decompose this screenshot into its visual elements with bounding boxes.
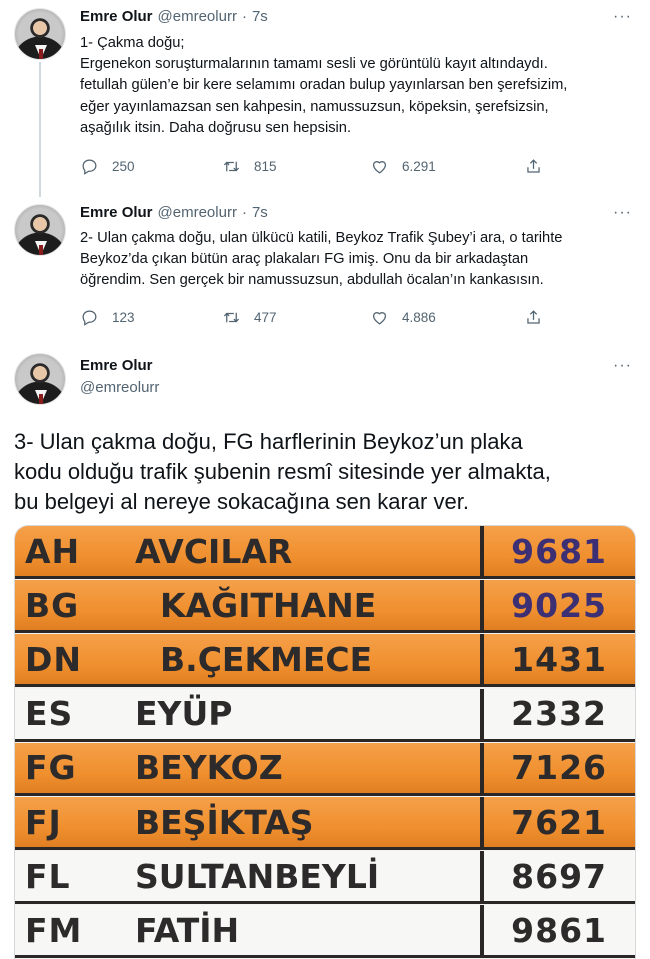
column-divider: [480, 688, 484, 739]
tweet-image-plate-table[interactable]: AH AVCILAR 9681 BG KAĞITHANE 9025 DN B.ÇEKMECE 1…: [14, 525, 636, 959]
plate-number: 1431: [511, 639, 607, 679]
share-icon: [527, 158, 540, 173]
plate-number: 7126: [511, 748, 607, 788]
district-name: FATİH: [135, 910, 240, 950]
tweet-text-line: öğrendim. Sen gerçek bir namussuzsun, ab…: [80, 272, 544, 289]
share-button[interactable]: [524, 157, 543, 176]
tweet-text-line: Beykoz’da çıkan bütün araç plakaları FG …: [80, 251, 529, 268]
tweet-text: 1- Çakma doğu; Ergenekon soruşturmaların…: [80, 33, 635, 139]
like-count: 6.291: [402, 158, 436, 174]
district-name: AVCILAR: [135, 531, 293, 571]
tweet-text-large: 3- Ulan çakma doğu, FG harflerinin Beyko…: [14, 427, 639, 517]
reply-button[interactable]: 250: [80, 157, 135, 176]
reply-icon: [82, 310, 97, 326]
plate-table-row: BG KAĞITHANE 9025: [15, 580, 635, 634]
share-button[interactable]: [524, 308, 543, 327]
column-divider: [480, 634, 484, 685]
plate-code: FL: [25, 856, 71, 896]
plate-number: 9025: [511, 585, 607, 625]
tweet-text: 2- Ulan çakma doğu, ulan ülkücü katili, …: [80, 228, 635, 292]
tweet-time[interactable]: 7s: [252, 204, 268, 221]
author-handle[interactable]: @emreolurr: [158, 204, 237, 221]
tweet-text-line: kodu olduğu trafik şubenin resmî sitesin…: [14, 459, 551, 484]
tweet-1[interactable]: Emre Olur @emreolurr · 7s ··· 1- Çakma d…: [0, 0, 650, 197]
like-count: 4.886: [402, 309, 436, 325]
plate-table-row: FL SULTANBEYLİ 8697: [15, 851, 635, 905]
district-name: EYÜP: [135, 694, 233, 734]
column-divider: [480, 797, 484, 847]
plate-code: ES: [25, 694, 74, 734]
district-name: BEŞİKTAŞ: [135, 802, 314, 842]
plate-table-row: FG BEYKOZ 7126: [15, 742, 635, 796]
column-divider: [480, 742, 484, 793]
reply-icon: [82, 159, 97, 175]
plate-table-row: FJ BEŞİKTAŞ 7621: [15, 797, 635, 850]
tweet-text-line: 3- Ulan çakma doğu, FG harflerinin Beyko…: [14, 429, 523, 454]
tweet-text-line: eğer yayınlamazsan sen kahpesin, namussu…: [80, 98, 549, 115]
heart-icon: [372, 160, 387, 174]
column-divider: [480, 851, 484, 902]
tweet-time[interactable]: 7s: [252, 8, 268, 25]
more-options-icon[interactable]: ···: [613, 204, 632, 222]
retweet-count: 815: [254, 158, 277, 174]
retweet-count: 477: [254, 309, 277, 325]
tweet-text-line: 1- Çakma doğu;: [80, 35, 185, 51]
avatar[interactable]: [14, 204, 66, 256]
plate-code: BG: [25, 585, 80, 625]
author-name[interactable]: Emre Olur: [80, 8, 153, 25]
plate-number: 2332: [511, 694, 607, 734]
plate-number: 9861: [511, 910, 607, 950]
plate-code: FJ: [25, 802, 62, 842]
district-name: SULTANBEYLİ: [135, 856, 380, 896]
tweet-text-line: 2- Ulan çakma doğu, ulan ülkücü katili, …: [80, 230, 563, 246]
like-button[interactable]: 4.886: [370, 308, 436, 327]
avatar[interactable]: [14, 8, 66, 60]
tweet-text-line: fetullah gülen’e bir kere selamımı orada…: [80, 77, 568, 94]
tweet-text-line: aşağılık itsin. Daha doğrusu sen hepsisi…: [80, 119, 352, 136]
separator-dot: ·: [241, 8, 247, 25]
tweet-actions: 123 477 4.886: [80, 307, 560, 327]
column-divider: [480, 905, 484, 956]
plate-code: DN: [25, 639, 83, 679]
share-icon: [527, 309, 540, 324]
author-handle[interactable]: @emreolurr: [158, 8, 237, 25]
plate-code: FM: [25, 910, 83, 950]
plate-table-row: ES EYÜP 2332: [15, 688, 635, 742]
plate-number: 9681: [511, 531, 607, 571]
author-name[interactable]: Emre Olur: [80, 357, 153, 374]
reply-count: 123: [112, 309, 135, 325]
plate-code: FG: [25, 748, 77, 788]
plate-table-row: AH AVCILAR 9681: [15, 526, 635, 579]
district-name: KAĞITHANE: [160, 585, 377, 625]
retweet-icon: [223, 312, 240, 322]
more-options-icon[interactable]: ···: [613, 357, 632, 375]
retweet-button[interactable]: 477: [222, 308, 277, 327]
column-divider: [480, 580, 484, 631]
author-handle[interactable]: @emreolurr: [80, 379, 159, 396]
heart-icon: [372, 311, 387, 325]
reply-count: 250: [112, 158, 135, 174]
district-name: BEYKOZ: [135, 748, 283, 788]
tweet-text-line: Ergenekon soruşturmalarının tamamı sesli…: [80, 56, 548, 73]
tweet-text-line: bu belgeyi al nereye sokacağına sen kara…: [14, 489, 469, 514]
more-options-icon[interactable]: ···: [613, 8, 632, 26]
author-name[interactable]: Emre Olur: [80, 204, 153, 221]
retweet-button[interactable]: 815: [222, 157, 277, 176]
avatar[interactable]: [14, 353, 66, 405]
reply-button[interactable]: 123: [80, 308, 135, 327]
column-divider: [480, 526, 484, 576]
thread-connector: [39, 62, 41, 197]
tweet-2[interactable]: Emre Olur @emreolurr · 7s ··· 2- Ulan ça…: [0, 197, 650, 342]
like-button[interactable]: 6.291: [370, 157, 436, 176]
tweet-actions: 250 815 6.291: [80, 156, 560, 176]
plate-number: 7621: [511, 802, 607, 842]
plate-number: 8697: [511, 856, 607, 896]
plate-code: AH: [25, 531, 81, 571]
separator-dot: ·: [241, 204, 247, 221]
retweet-icon: [223, 161, 240, 171]
district-name: B.ÇEKMECE: [160, 639, 373, 679]
plate-table-row: DN B.ÇEKMECE 1431: [15, 634, 635, 688]
plate-table-row: FM FATİH 9861: [15, 905, 635, 959]
